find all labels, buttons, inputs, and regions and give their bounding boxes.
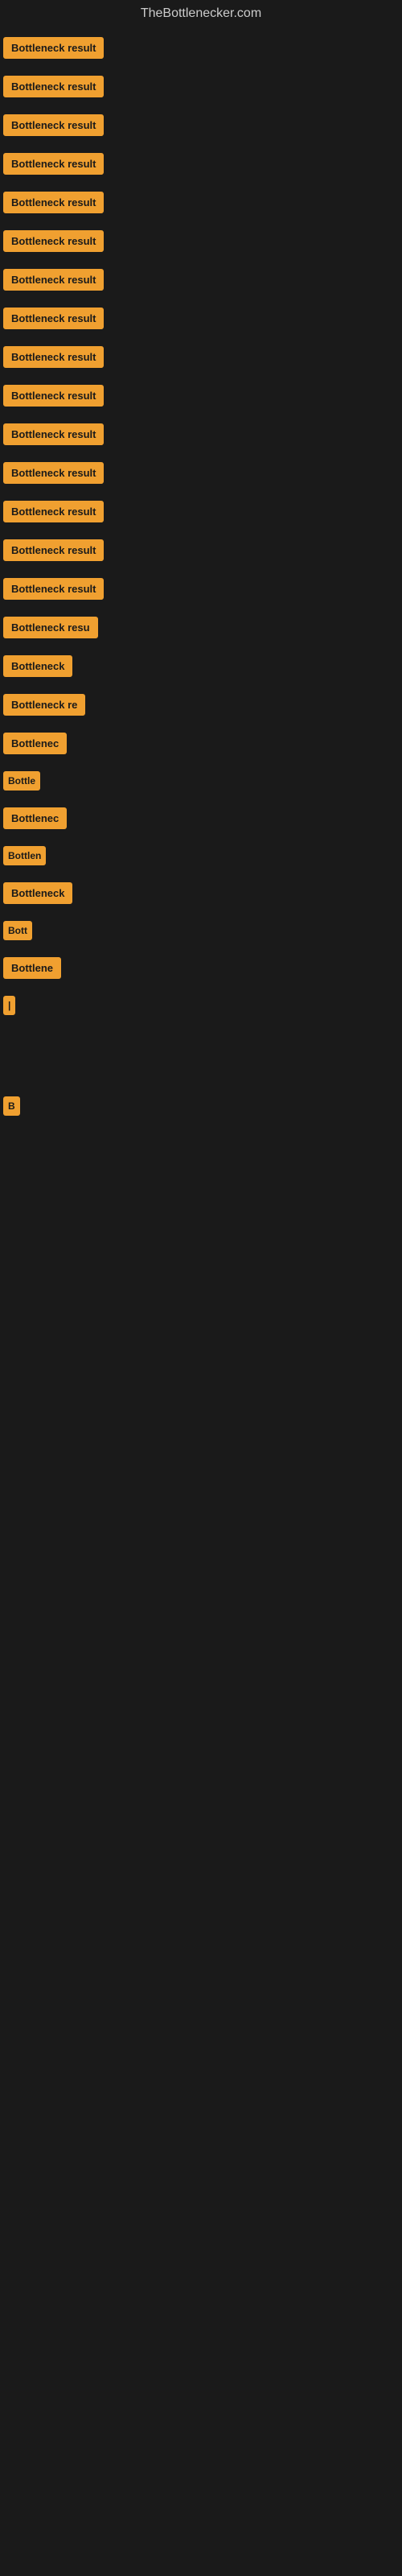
bottleneck-item: Bottle (3, 770, 399, 796)
bottleneck-item: Bottlenec (3, 731, 399, 760)
bottleneck-badge[interactable]: Bottle (3, 771, 40, 791)
bottleneck-item: Bottleneck result (3, 460, 399, 489)
bottleneck-item: Bottleneck result (3, 190, 399, 219)
bottleneck-badge[interactable]: Bottleneck result (3, 76, 104, 97)
bottleneck-badge[interactable]: Bottleneck result (3, 501, 104, 522)
bottleneck-badge[interactable]: Bottleneck result (3, 346, 104, 368)
bottleneck-item: Bottleneck (3, 654, 399, 683)
bottleneck-item: Bottleneck result (3, 229, 399, 258)
spacer (3, 1195, 399, 1260)
bottleneck-item: | (3, 994, 399, 1021)
bottleneck-badge[interactable]: Bottleneck (3, 882, 72, 904)
bottleneck-item: Bottleneck re (3, 692, 399, 721)
bottleneck-item: Bottleneck result (3, 499, 399, 528)
bottleneck-item: Bottleneck resu (3, 615, 399, 644)
bottleneck-badge[interactable]: Bott (3, 921, 32, 940)
spacer (3, 1030, 399, 1095)
bottleneck-badge[interactable]: Bottleneck (3, 655, 72, 677)
bottleneck-badge[interactable]: Bottleneck result (3, 578, 104, 600)
bottleneck-badge[interactable]: Bottleneck result (3, 423, 104, 445)
bottleneck-item: Bottleneck result (3, 345, 399, 374)
bottleneck-item: Bottlene (3, 956, 399, 985)
bottleneck-item: Bottleneck result (3, 151, 399, 180)
bottleneck-badge[interactable]: Bottleneck result (3, 269, 104, 291)
bottleneck-badge[interactable]: Bottlenec (3, 807, 67, 829)
bottleneck-item: Bottleneck result (3, 35, 399, 64)
bottleneck-badge[interactable]: Bottlen (3, 846, 46, 865)
bottleneck-badge[interactable]: Bottleneck result (3, 153, 104, 175)
bottleneck-item: Bottleneck result (3, 576, 399, 605)
bottleneck-badge[interactable]: Bottleneck result (3, 539, 104, 561)
bottleneck-item: B (3, 1095, 399, 1121)
bottleneck-badge[interactable]: Bottleneck result (3, 230, 104, 252)
spacer (3, 1131, 399, 1195)
bottleneck-badge[interactable]: Bottlenec (3, 733, 67, 754)
bottleneck-item: Bottleneck result (3, 383, 399, 412)
bottleneck-item: Bottleneck (3, 881, 399, 910)
bottleneck-badge[interactable]: Bottleneck result (3, 192, 104, 213)
bottleneck-item: Bottleneck result (3, 113, 399, 142)
bottleneck-item: Bottleneck result (3, 422, 399, 451)
bottleneck-badge[interactable]: Bottlene (3, 957, 61, 979)
bottleneck-item: Bottleneck result (3, 538, 399, 567)
bottleneck-badge[interactable]: Bottleneck result (3, 114, 104, 136)
bottleneck-item: Bottleneck result (3, 74, 399, 103)
bottleneck-badge[interactable]: B (3, 1096, 20, 1116)
bottleneck-item: Bottleneck result (3, 306, 399, 335)
bottleneck-badge[interactable]: Bottleneck resu (3, 617, 98, 638)
site-title: TheBottlenecker.com (0, 0, 402, 27)
bottleneck-badge[interactable]: Bottleneck result (3, 308, 104, 329)
bottleneck-badge[interactable]: Bottleneck result (3, 462, 104, 484)
bottleneck-badge[interactable]: | (3, 996, 15, 1015)
bottleneck-badge[interactable]: Bottleneck re (3, 694, 85, 716)
bottleneck-item: Bottlenec (3, 806, 399, 835)
bottleneck-badge[interactable]: Bottleneck result (3, 37, 104, 59)
bottleneck-badge[interactable]: Bottleneck result (3, 385, 104, 407)
items-container: Bottleneck result Bottleneck result Bottle… (0, 27, 402, 1268)
bottleneck-item: Bott (3, 919, 399, 946)
bottleneck-item: Bottleneck result (3, 267, 399, 296)
bottleneck-item: Bottlen (3, 844, 399, 871)
